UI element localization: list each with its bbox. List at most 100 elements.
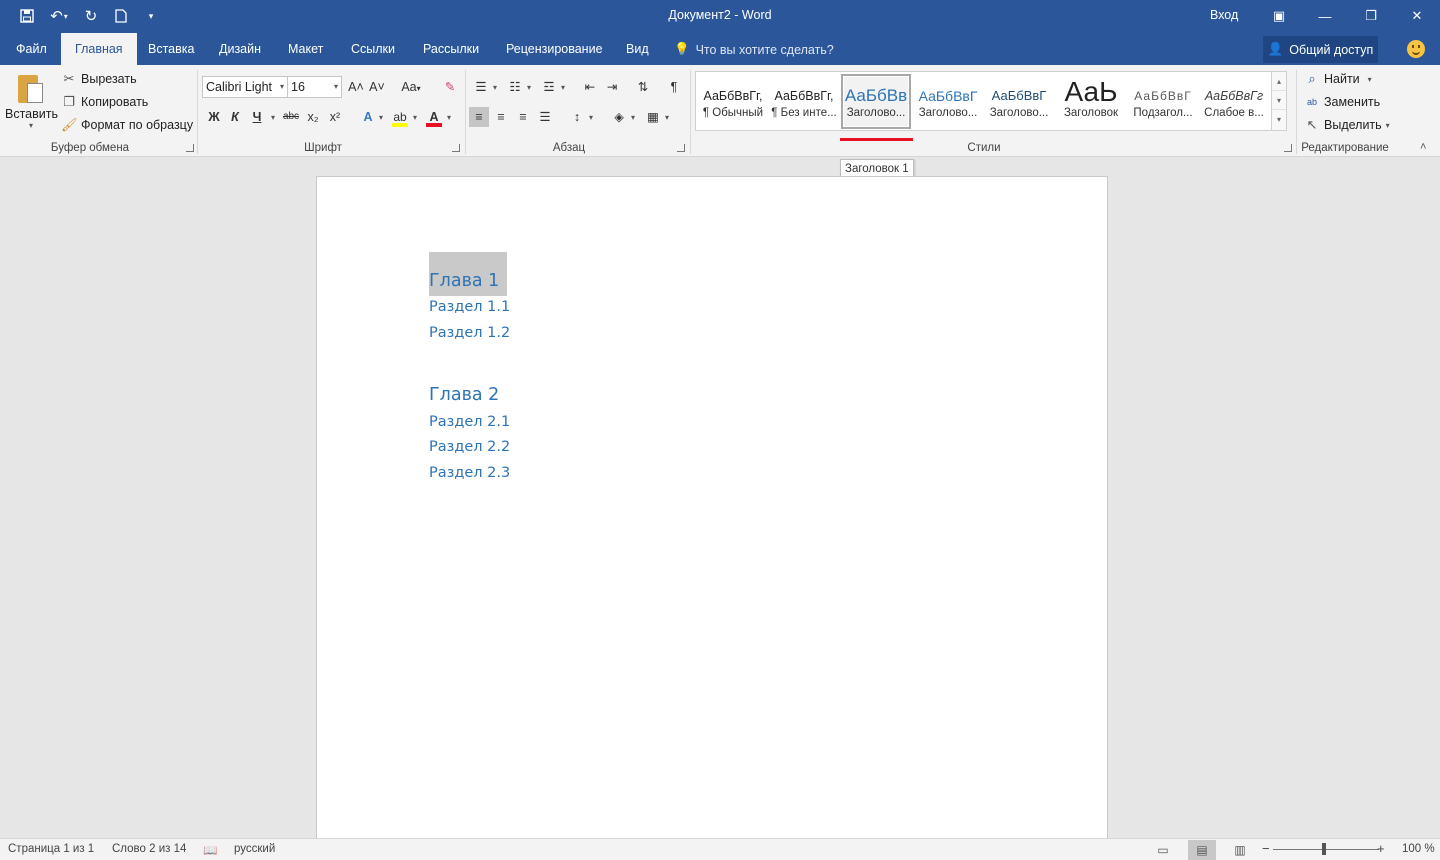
heading-chapter-1[interactable]: Глава 1 (429, 271, 499, 291)
gallery-more-icon[interactable]: ▾ (1272, 110, 1286, 129)
tab-insert[interactable]: Вставка (148, 33, 194, 65)
tab-review[interactable]: Рецензирование (506, 33, 603, 65)
tab-view[interactable]: Вид (626, 33, 649, 65)
print-layout-icon[interactable]: ▤ (1188, 840, 1216, 860)
borders-dropdown-icon[interactable]: ▾ (665, 113, 669, 122)
heading-section-1-1[interactable]: Раздел 1.1 (429, 299, 510, 315)
shading-icon[interactable]: ◈ (609, 107, 629, 127)
document-page[interactable]: Глава 1 Раздел 1.1 Раздел 1.2 Глава 2 Ра… (316, 176, 1108, 840)
increase-indent-icon[interactable]: ⇥ (602, 77, 622, 97)
zoom-out-icon[interactable]: − (1262, 841, 1270, 856)
language[interactable]: русский (234, 843, 275, 855)
close-button[interactable]: ✕ (1394, 0, 1440, 32)
justify-icon[interactable]: ☰ (535, 107, 555, 127)
show-formatting-button[interactable]: ¶ (664, 77, 684, 97)
share-button[interactable]: 👤 Общий доступ (1263, 36, 1378, 63)
web-layout-icon[interactable]: ▥ (1226, 840, 1254, 860)
copy-button[interactable]: ❐ Копировать (61, 92, 148, 112)
find-button[interactable]: ⌕ Найти ▾ (1304, 69, 1371, 89)
align-center-icon[interactable]: ≡ (491, 107, 511, 127)
collapse-ribbon-icon[interactable]: ˄ (1420, 141, 1426, 153)
tab-layout[interactable]: Макет (288, 33, 323, 65)
font-launcher-icon[interactable] (452, 144, 460, 152)
heading-section-2-2[interactable]: Раздел 2.2 (429, 439, 510, 455)
page-count[interactable]: Страница 1 из 1 (8, 843, 94, 855)
text-effects-dropdown-icon[interactable]: ▾ (379, 113, 383, 122)
styles-launcher-icon[interactable] (1284, 144, 1292, 152)
font-color-dropdown-icon[interactable]: ▾ (447, 113, 451, 122)
highlight-color-button[interactable]: ab (390, 107, 410, 127)
style-normal[interactable]: АаБбВвГг, ¶ Обычный (698, 74, 768, 129)
bullets-dropdown-icon[interactable]: ▾ (493, 83, 497, 92)
heading-section-2-3[interactable]: Раздел 2.3 (429, 465, 510, 481)
ribbon-display-options-icon[interactable]: ▣ (1256, 0, 1302, 32)
highlight-dropdown-icon[interactable]: ▾ (413, 113, 417, 122)
minimize-button[interactable]: — (1302, 0, 1348, 32)
font-family-combo[interactable]: Calibri Light ▾ (202, 76, 288, 98)
style-heading-1[interactable]: АаБбВв Заголово... (841, 74, 911, 129)
style-subtle-emphasis[interactable]: АаБбВвГг Слабое в... (1199, 74, 1269, 129)
style-no-spacing[interactable]: АаБбВвГг, ¶ Без инте... (769, 74, 839, 129)
font-size-combo[interactable]: 16 ▾ (287, 76, 342, 98)
superscript-button[interactable]: x² (325, 107, 345, 127)
clipboard-launcher-icon[interactable] (186, 144, 194, 152)
line-spacing-icon[interactable]: ↕ (567, 107, 587, 127)
zoom-slider-thumb[interactable] (1322, 843, 1326, 855)
zoom-in-icon[interactable]: + (1377, 841, 1385, 856)
paste-button[interactable]: Вставить ▾ (5, 71, 58, 130)
format-painter-button[interactable]: 🖌 Формат по образцу (61, 115, 193, 135)
restore-button[interactable]: ❐ (1348, 0, 1394, 32)
read-mode-icon[interactable]: ▭ (1149, 840, 1177, 860)
align-right-icon[interactable]: ≡ (513, 107, 533, 127)
style-subtitle[interactable]: АаБбВвГ Подзагол... (1128, 74, 1198, 129)
tab-references[interactable]: Ссылки (351, 33, 395, 65)
word-count[interactable]: Слово 2 из 14 (112, 843, 186, 855)
heading-section-2-1[interactable]: Раздел 2.1 (429, 414, 510, 430)
shading-dropdown-icon[interactable]: ▾ (631, 113, 635, 122)
style-heading-3[interactable]: АаБбВвГ Заголово... (984, 74, 1054, 129)
sort-icon[interactable]: ⇅ (633, 77, 653, 97)
zoom-level[interactable]: 100 % (1402, 843, 1435, 855)
multilevel-dropdown-icon[interactable]: ▾ (561, 83, 565, 92)
gallery-up-icon[interactable]: ▴ (1272, 72, 1286, 91)
zoom-slider[interactable] (1273, 849, 1379, 850)
strikethrough-button[interactable]: abc (281, 107, 301, 127)
tab-mailings[interactable]: Рассылки (423, 33, 479, 65)
grow-font-button[interactable]: A˄ (346, 77, 366, 97)
bold-button[interactable]: Ж (204, 107, 224, 127)
tab-file[interactable]: Файл (16, 33, 47, 65)
heading-section-1-2[interactable]: Раздел 1.2 (429, 325, 510, 341)
decrease-indent-icon[interactable]: ⇤ (580, 77, 600, 97)
text-effects-icon[interactable]: A (358, 107, 378, 127)
borders-icon[interactable]: ▦ (643, 107, 663, 127)
style-title[interactable]: АаЬ Заголовок (1056, 74, 1126, 129)
underline-dropdown-icon[interactable]: ▾ (271, 113, 275, 122)
proofing-icon[interactable]: 📖 (203, 843, 217, 857)
clear-formatting-icon[interactable]: ✎ (440, 77, 460, 97)
font-color-button[interactable]: A (424, 107, 444, 127)
feedback-smiley-icon[interactable] (1407, 40, 1425, 58)
tab-design[interactable]: Дизайн (219, 33, 261, 65)
cut-button[interactable]: ✂ Вырезать (61, 69, 137, 89)
shrink-font-button[interactable]: A˅ (367, 77, 387, 97)
bullets-icon[interactable]: ☰ (471, 77, 491, 97)
align-left-icon[interactable]: ≡ (469, 107, 489, 127)
numbering-dropdown-icon[interactable]: ▾ (527, 83, 531, 92)
signin-link[interactable]: Вход (1210, 8, 1238, 22)
subscript-button[interactable]: x₂ (303, 107, 323, 127)
replace-button[interactable]: ab Заменить (1304, 92, 1380, 112)
multilevel-list-icon[interactable]: ☲ (539, 77, 559, 97)
line-spacing-dropdown-icon[interactable]: ▾ (589, 113, 593, 122)
change-case-button[interactable]: Aa▾ (398, 77, 424, 97)
numbering-icon[interactable]: ☷ (505, 77, 525, 97)
gallery-down-icon[interactable]: ▾ (1272, 91, 1286, 110)
style-heading-2[interactable]: АаБбВвГ Заголово... (913, 74, 983, 129)
tab-home[interactable]: Главная (61, 33, 137, 65)
heading-chapter-2[interactable]: Глава 2 (429, 385, 499, 405)
paragraph-launcher-icon[interactable] (677, 144, 685, 152)
italic-button[interactable]: К (225, 107, 245, 127)
tell-me-box[interactable]: 💡 Что вы хотите сделать? (674, 42, 834, 57)
select-button[interactable]: ↖ Выделить ▾ (1304, 115, 1390, 135)
paste-dropdown-icon[interactable]: ▾ (5, 121, 57, 130)
underline-button[interactable]: Ч (247, 107, 267, 127)
